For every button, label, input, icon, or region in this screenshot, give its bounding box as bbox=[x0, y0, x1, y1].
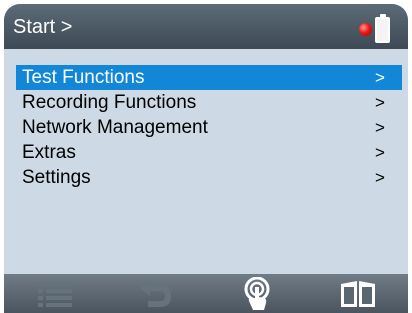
status-indicator-icon bbox=[359, 23, 372, 36]
menu-item-label: Network Management bbox=[22, 117, 208, 138]
softkey-bar bbox=[4, 274, 408, 313]
back-button[interactable] bbox=[105, 274, 206, 313]
chevron-right-icon: > bbox=[375, 143, 385, 162]
chevron-right-icon: > bbox=[375, 68, 385, 87]
list-icon bbox=[37, 281, 72, 307]
menu-item-extras[interactable]: Extras > bbox=[16, 140, 402, 165]
touch-button[interactable] bbox=[206, 274, 307, 313]
menu-item-recording-functions[interactable]: Recording Functions > bbox=[16, 90, 402, 115]
chevron-right-icon: > bbox=[375, 93, 385, 112]
menu-item-label: Test Functions bbox=[22, 67, 145, 88]
menu-item-test-functions[interactable]: Test Functions > bbox=[16, 65, 402, 90]
help-book-button[interactable] bbox=[307, 274, 408, 313]
menu-item-label: Recording Functions bbox=[22, 92, 197, 113]
menu-item-label: Extras bbox=[22, 142, 76, 163]
header-bar: Start > bbox=[4, 4, 408, 49]
breadcrumb-title[interactable]: Start > bbox=[13, 16, 72, 39]
menu-item-label: Settings bbox=[22, 167, 91, 188]
list-button[interactable] bbox=[4, 274, 105, 313]
menu-item-network-management[interactable]: Network Management > bbox=[16, 115, 402, 140]
chevron-right-icon: > bbox=[375, 168, 385, 187]
book-icon bbox=[340, 280, 375, 307]
chevron-right-icon: > bbox=[375, 118, 385, 137]
touch-icon bbox=[244, 276, 269, 310]
back-arrow-icon bbox=[139, 279, 171, 307]
menu-item-settings[interactable]: Settings > bbox=[16, 165, 402, 190]
battery-icon bbox=[375, 14, 390, 43]
main-menu: Test Functions > Recording Functions > N… bbox=[16, 65, 402, 190]
device-screen: Start > Test Functions > Recording Funct… bbox=[4, 4, 408, 313]
